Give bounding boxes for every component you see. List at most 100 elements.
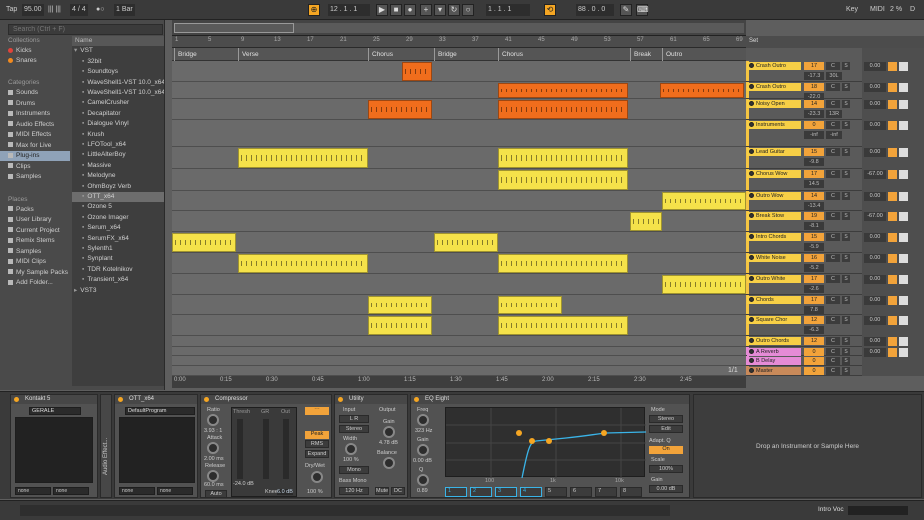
play-button[interactable]: ▶	[376, 4, 388, 16]
browser-item[interactable]: ▪ Ozone Imager	[72, 213, 164, 223]
track-send-value[interactable]: -6.3	[804, 326, 824, 334]
track-send-value[interactable]: -8.1	[804, 222, 824, 230]
track-volume[interactable]: 15	[804, 233, 824, 241]
eq-eight-title[interactable]: EQ Eight	[411, 395, 689, 404]
track-pan[interactable]: C	[826, 316, 840, 324]
track-activator-icon[interactable]	[749, 171, 754, 176]
track-volume[interactable]: 17	[804, 170, 824, 178]
audio-clip[interactable]	[172, 233, 236, 252]
drywet-value[interactable]: 100 %	[307, 489, 323, 495]
automation-arm-button[interactable]: ▾	[434, 4, 446, 16]
place-item[interactable]: Samples	[0, 247, 70, 257]
eq-band-button[interactable]: 1	[445, 487, 467, 497]
key-map-button[interactable]: Key	[844, 4, 860, 16]
solo-button[interactable]: S	[842, 348, 850, 356]
out-meter[interactable]	[283, 419, 289, 479]
channel-mode-select[interactable]: Stereo	[339, 425, 369, 433]
scale-value[interactable]: 100%	[649, 465, 683, 473]
track-activator-icon[interactable]	[749, 276, 754, 281]
track-pan[interactable]: C	[826, 275, 840, 283]
browser-item[interactable]: ▪ LittleAlterBoy	[72, 150, 164, 160]
width-value[interactable]: 100 %	[343, 457, 359, 463]
category-item[interactable]: Clips	[0, 162, 70, 172]
eq-curve[interactable]	[446, 408, 647, 479]
track-pan-value[interactable]: -inf	[826, 131, 842, 139]
release-knob[interactable]	[207, 470, 219, 482]
track-pan-value[interactable]: 30L	[826, 72, 842, 80]
output-gain-value[interactable]: 0.00 dB	[649, 485, 683, 493]
track-header[interactable]: Outro Chords 12 C S	[746, 336, 862, 347]
browser-item[interactable]: ▪ Soundtoys	[72, 67, 164, 77]
track-send-value[interactable]: -5.2	[804, 264, 824, 272]
track-header[interactable]: Noisy Open 14 C S -23.3 13R	[746, 99, 862, 120]
track-name[interactable]: Square Chor	[747, 316, 801, 324]
track-send-value[interactable]: -9.8	[804, 158, 824, 166]
browser-item[interactable]: ▪ SerumFX_x64	[72, 234, 164, 244]
place-item[interactable]: Packs	[0, 205, 70, 215]
mute-button[interactable]: Mute	[375, 487, 389, 495]
track-on-button[interactable]	[888, 170, 897, 179]
eq-mode-select[interactable]: Stereo	[649, 415, 683, 423]
audio-clip[interactable]	[662, 192, 746, 210]
browser-search-input[interactable]	[8, 24, 163, 35]
audio-clip[interactable]	[498, 170, 628, 190]
audio-clip[interactable]	[498, 316, 628, 335]
mixer-value[interactable]: 0.00	[864, 296, 886, 305]
track-activator-icon[interactable]	[749, 317, 754, 322]
kontakt-preset[interactable]: GERALE	[29, 407, 81, 415]
metronome-button[interactable]: ●○	[94, 4, 106, 16]
kontakt-display[interactable]	[15, 417, 93, 483]
mixer-value[interactable]: -67.00	[864, 212, 886, 221]
expand-button[interactable]: Expand	[305, 450, 329, 458]
place-item[interactable]: Add Folder...	[0, 278, 70, 288]
midi-map-button[interactable]: MIDI	[868, 4, 887, 16]
track-activator-icon[interactable]	[749, 338, 754, 343]
track-activator-icon[interactable]	[749, 63, 754, 68]
place-item[interactable]: My Sample Packs	[0, 268, 70, 278]
track-send-value[interactable]: -23.3	[804, 110, 824, 118]
song-position[interactable]: 12 . 1 . 1	[328, 4, 370, 16]
track-name[interactable]: A Reverb	[747, 348, 801, 356]
mixer-value[interactable]: 0.00	[864, 83, 886, 92]
mixer-value[interactable]: 0.00	[864, 254, 886, 263]
track-pan[interactable]: C	[826, 170, 840, 178]
track-volume[interactable]: 14	[804, 192, 824, 200]
audio-clip[interactable]	[368, 316, 432, 335]
draw-mode-button[interactable]: ✎	[620, 4, 632, 16]
audio-clip[interactable]	[498, 296, 562, 314]
freq-value[interactable]: 323 Hz	[415, 428, 432, 434]
track-name[interactable]: Break Stow	[747, 212, 801, 220]
solo-button[interactable]: S	[842, 121, 850, 129]
ott-display[interactable]	[119, 417, 195, 483]
track-on-button[interactable]	[888, 348, 897, 357]
track-pan[interactable]: C	[826, 367, 840, 375]
category-item[interactable]: Max for Live	[0, 141, 70, 151]
browser-item[interactable]: ▪ Krush	[72, 130, 164, 140]
eq-display[interactable]	[445, 407, 647, 479]
browser-item[interactable]: ▪ WaveShell1-VST 10.0_x64	[72, 88, 164, 98]
arm-button[interactable]	[899, 233, 908, 242]
solo-button[interactable]: S	[842, 337, 850, 345]
solo-button[interactable]: S	[842, 367, 850, 375]
track-on-button[interactable]	[888, 296, 897, 305]
browser-item[interactable]: ▪ OTT_x64	[72, 192, 164, 203]
track-send-value[interactable]: -2.6	[804, 285, 824, 293]
track-on-button[interactable]	[888, 83, 897, 92]
track-pan[interactable]: C	[826, 233, 840, 241]
thresh-value[interactable]: -24.0 dB	[233, 481, 254, 487]
follow-button[interactable]: ⊕	[308, 4, 320, 16]
ratio-value[interactable]: 3.93 : 1	[204, 428, 222, 434]
arm-button[interactable]	[899, 296, 908, 305]
track-header[interactable]: Instruments 0 C S -inf -inf	[746, 120, 862, 147]
arrangement-lane[interactable]	[172, 274, 746, 295]
browser-item[interactable]: ▪ Sylenth1	[72, 244, 164, 254]
tap-button[interactable]: Tap	[4, 4, 19, 16]
arrangement-lane[interactable]	[172, 295, 746, 315]
browser-item[interactable]: ▪ TDR Kotelnikov	[72, 265, 164, 275]
record-button[interactable]: ●	[404, 4, 416, 16]
eq-gain-knob[interactable]	[417, 444, 429, 456]
track-activator-icon[interactable]	[749, 149, 754, 154]
browser-item[interactable]: ▪ Serum_x64	[72, 223, 164, 233]
arm-button[interactable]	[899, 121, 908, 130]
arm-button[interactable]	[899, 254, 908, 263]
